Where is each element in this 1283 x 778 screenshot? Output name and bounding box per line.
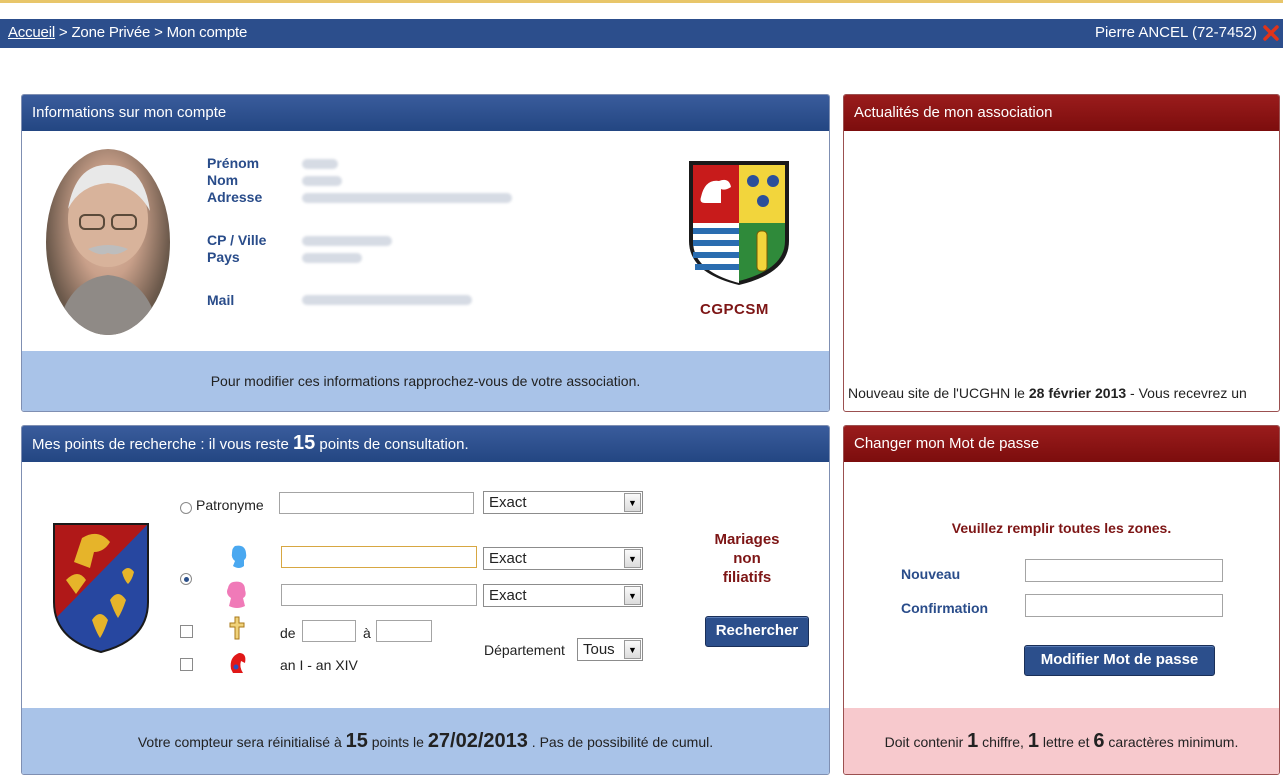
rule-mid2: lettre et (1038, 734, 1094, 750)
footer-date: 27/02/2013 (427, 730, 528, 752)
wife-name-input[interactable] (281, 584, 477, 606)
ticker-suffix: - Vous recevrez un (1126, 385, 1247, 401)
city-label: CP / Ville (207, 232, 267, 248)
chevron-down-icon: ▼ (624, 549, 641, 568)
password-panel: Changer mon Mot de passe Veuillez rempli… (843, 425, 1280, 775)
news-ticker[interactable]: Nouveau site de l'UCGHN le 28 février 20… (848, 385, 1279, 401)
patronyme-match-value: Exact (489, 494, 527, 511)
chevron-down-icon: ▼ (624, 493, 641, 512)
password-instruction: Veuillez remplir toutes les zones. (951, 520, 1172, 536)
country-label: Pays (207, 249, 240, 265)
password-panel-title: Changer mon Mot de passe (844, 426, 1279, 462)
revolutionary-calendar-label: an I - an XIV (280, 657, 358, 673)
mariages-line-3: filiatifs (722, 569, 772, 586)
footer-suffix: . Pas de possibilité de cumul. (527, 734, 714, 750)
mariages-non-filiatifs-label: Mariages non filiatifs (697, 530, 797, 587)
rule-chars: 6 (1093, 730, 1105, 752)
chevron-down-icon: ▼ (624, 586, 641, 605)
association-name: CGPCSM (700, 301, 769, 318)
phrygian-cap-icon (230, 653, 246, 673)
logout-icon[interactable] (1263, 23, 1279, 41)
patronyme-input[interactable] (279, 492, 474, 514)
rule-mid1: chiffre, (978, 734, 1028, 750)
departement-label: Département (484, 642, 565, 658)
country-value-blurred (302, 253, 362, 263)
ticker-prefix: Nouveau site de l'UCGHN le (848, 385, 1029, 401)
husband-name-input[interactable] (281, 546, 477, 568)
couple-radio[interactable] (180, 573, 192, 585)
date-to-input[interactable] (376, 620, 432, 642)
user-photo (46, 149, 170, 335)
search-button[interactable]: Rechercher (705, 616, 809, 647)
patronyme-match-select[interactable]: Exact ▼ (483, 491, 643, 514)
account-footer: Pour modifier ces informations rapproche… (22, 351, 829, 411)
city-value-blurred (302, 236, 392, 246)
search-panel-title: Mes points de recherche : il vous reste … (22, 426, 829, 462)
male-profile-icon (231, 545, 247, 568)
mail-value-blurred (302, 295, 472, 305)
address-value-blurred (302, 193, 512, 203)
confirm-password-label: Confirmation (901, 600, 989, 616)
new-password-label: Nouveau (901, 566, 961, 582)
breadcrumb-home-link[interactable]: Accueil (8, 24, 55, 41)
new-password-input[interactable] (1025, 559, 1223, 582)
address-label: Adresse (207, 189, 263, 205)
account-panel: Informations sur mon compte Prénom Nom A… (21, 94, 830, 412)
wife-match-select[interactable]: Exact ▼ (483, 584, 643, 607)
firstname-label: Prénom (207, 155, 260, 171)
date-to-label: à (363, 625, 371, 641)
date-from-label: de (280, 625, 296, 641)
user-name: Pierre ANCEL (72-7452) (1094, 24, 1257, 41)
firstname-value-blurred (302, 159, 338, 169)
search-title-prefix: Mes points de recherche : il vous reste (32, 436, 293, 453)
departement-value: Tous (583, 641, 615, 658)
mariages-line-2: non (733, 550, 761, 567)
top-bar: Accueil > Zone Privée > Mon compte Pierr… (0, 0, 1283, 48)
date-range-checkbox[interactable] (180, 625, 193, 638)
rule-digits: 1 (967, 730, 979, 752)
rule-letters: 1 (1027, 730, 1039, 752)
breadcrumb: Accueil > Zone Privée > Mon compte (8, 24, 247, 41)
account-panel-title: Informations sur mon compte (22, 95, 829, 131)
patronyme-radio[interactable] (180, 502, 192, 514)
news-panel-title: Actualités de mon association (844, 95, 1279, 131)
lastname-label: Nom (207, 172, 239, 188)
change-password-button[interactable]: Modifier Mot de passe (1024, 645, 1215, 676)
heraldic-shield-icon (53, 523, 149, 654)
footer-points: 15 (345, 730, 368, 752)
mariages-line-1: Mariages (714, 531, 780, 548)
association-crest-icon (689, 161, 789, 285)
husband-match-value: Exact (489, 550, 527, 567)
breadcrumb-rest: > Zone Privée > Mon compte (54, 24, 248, 41)
female-profile-icon (227, 581, 246, 608)
search-points-count: 15 (292, 432, 316, 454)
husband-match-select[interactable]: Exact ▼ (483, 547, 643, 570)
password-rules: Doit contenir 1 chiffre, 1 lettre et 6 c… (844, 708, 1279, 774)
search-title-suffix: points de consultation. (315, 436, 469, 453)
lastname-value-blurred (302, 176, 342, 186)
cross-icon (229, 616, 245, 640)
search-footer: Votre compteur sera réinitialisé à 15 po… (22, 708, 829, 774)
wife-match-value: Exact (489, 587, 527, 604)
confirm-password-input[interactable] (1025, 594, 1223, 617)
chevron-down-icon: ▼ (624, 640, 641, 659)
patronyme-label: Patronyme (196, 497, 264, 513)
footer-prefix: Votre compteur sera réinitialisé à (137, 734, 346, 750)
search-panel: Mes points de recherche : il vous reste … (21, 425, 830, 775)
footer-mid: points le (367, 734, 428, 750)
mail-label: Mail (207, 292, 235, 308)
rule-prefix: Doit contenir (884, 734, 968, 750)
ticker-date: 28 février 2013 (1028, 385, 1127, 401)
departement-select[interactable]: Tous ▼ (577, 638, 643, 661)
news-panel: Actualités de mon association Nouveau si… (843, 94, 1280, 412)
date-from-input[interactable] (302, 620, 356, 642)
rule-suffix: caractères minimum. (1104, 734, 1239, 750)
revolutionary-calendar-checkbox[interactable] (180, 658, 193, 671)
